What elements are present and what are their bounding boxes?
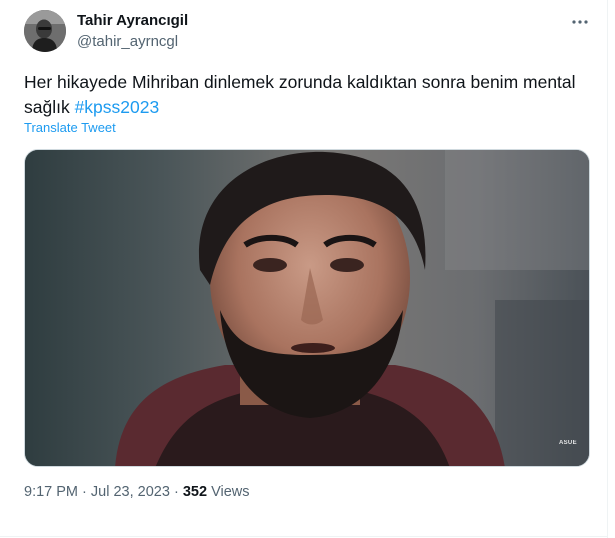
card-bottom-divider (0, 536, 608, 537)
views-count: 352 (182, 484, 208, 500)
tweet-media-image[interactable]: ASUE (24, 149, 590, 467)
more-options-button[interactable] (566, 8, 594, 36)
tweet-text: Her hikayede Mihriban dinlemek zorunda k… (24, 70, 594, 120)
author-handle[interactable]: @tahir_ayrncgl (77, 33, 178, 50)
tweet-date[interactable]: Jul 23, 2023 (91, 484, 170, 500)
meta-separator: · (82, 484, 87, 500)
meta-separator: · (173, 484, 179, 500)
tweet-meta: 9:17 PM · Jul 23, 2023 · 352 Views (24, 484, 249, 500)
author-display-name[interactable]: Tahir Ayrancıgil (77, 12, 188, 29)
translate-tweet-link[interactable]: Translate Tweet (24, 120, 116, 135)
media-photo (25, 150, 589, 466)
hashtag-link[interactable]: #kpss2023 (75, 97, 160, 117)
views-label: Views (211, 484, 250, 500)
author-avatar[interactable] (24, 10, 66, 52)
avatar-photo (24, 10, 66, 52)
tweet-time[interactable]: 9:17 PM (24, 484, 78, 500)
media-watermark: ASUE (559, 440, 577, 446)
card-right-border (607, 0, 608, 538)
tweet-card: Tahir Ayrancıgil @tahir_ayrncgl Her hika… (0, 0, 615, 538)
more-dots-icon (572, 20, 588, 24)
